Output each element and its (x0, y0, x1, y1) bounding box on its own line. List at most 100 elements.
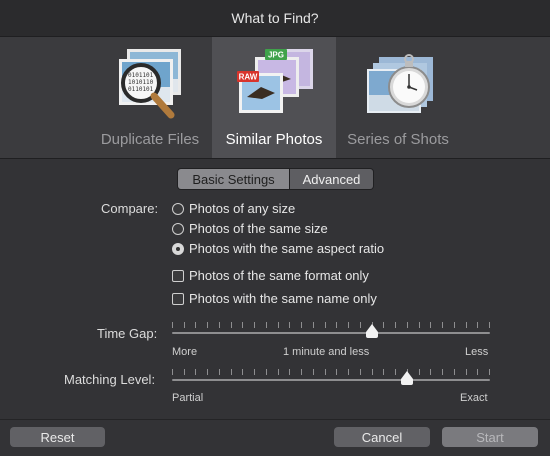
time-gap-max-label: Less (465, 346, 489, 358)
slider-tick (313, 322, 314, 328)
checkbox-same-format[interactable]: Photos of the same format only (172, 268, 369, 283)
slider-tick (395, 322, 396, 328)
slider-tick (419, 322, 420, 328)
reset-button[interactable]: Reset (10, 427, 105, 447)
svg-text:0110101: 0110101 (128, 86, 154, 93)
series-of-shots-icon (367, 54, 433, 113)
slider-tick (325, 369, 326, 375)
slider-tick (301, 322, 302, 328)
mode-similar-photos[interactable]: JPG RAW Similar Photos (212, 37, 336, 158)
slider-tick (266, 322, 267, 328)
slider-tick (477, 369, 478, 375)
slider-tick (383, 369, 384, 375)
slider-tick (172, 369, 173, 375)
slider-tick (172, 322, 173, 328)
slider-tick (195, 369, 196, 375)
slider-tick (360, 369, 361, 375)
slider-thumb[interactable] (401, 371, 413, 385)
slider-tick (442, 322, 443, 328)
slider-tick (231, 369, 232, 375)
slider-tick (372, 369, 373, 375)
mode-label: Series of Shots (347, 131, 449, 148)
slider-tick (430, 369, 431, 375)
slider-tick (231, 322, 232, 328)
window-title: What to Find? (231, 10, 319, 26)
radio-same-aspect-ratio[interactable]: Photos with the same aspect ratio (172, 241, 384, 256)
slider-tick (325, 322, 326, 328)
slider-tick (383, 322, 384, 328)
radio-any-size[interactable]: Photos of any size (172, 201, 295, 216)
slider-tick (419, 369, 420, 375)
radio-button-selected[interactable] (172, 242, 184, 255)
slider-tick (278, 322, 279, 328)
slider-tick (395, 369, 396, 375)
checkbox[interactable] (172, 292, 184, 305)
radio-button[interactable] (172, 202, 184, 215)
mode-series-of-shots[interactable]: Series of Shots (336, 37, 460, 158)
slider-tick (466, 322, 467, 328)
mode-label: Similar Photos (225, 131, 323, 148)
checkbox-same-name[interactable]: Photos with the same name only (172, 291, 377, 306)
slider-tick (489, 369, 490, 375)
slider-tick (454, 369, 455, 375)
mode-label: Duplicate Files (100, 131, 200, 148)
slider-track (172, 379, 490, 381)
radio-button[interactable] (172, 222, 184, 235)
slider-tick (289, 322, 290, 328)
slider-tick (278, 369, 279, 375)
matching-level-label: Matching Level: (64, 372, 156, 387)
slider-tick (336, 322, 337, 328)
slider-tick (407, 322, 408, 328)
radio-label: Photos of the same size (189, 221, 328, 236)
slider-tick (254, 322, 255, 328)
slider-tick (348, 369, 349, 375)
checkbox-label: Photos of the same format only (189, 268, 369, 283)
radio-same-size[interactable]: Photos of the same size (172, 221, 328, 236)
radio-label: Photos of any size (189, 201, 296, 216)
slider-tick (336, 369, 337, 375)
time-gap-slider[interactable] (172, 320, 490, 342)
radio-label: Photos with the same aspect ratio (189, 241, 385, 256)
slider-thumb[interactable] (366, 324, 378, 338)
time-gap-mid-label: 1 minute and less (283, 346, 370, 358)
slider-tick (195, 322, 196, 328)
slider-tick (219, 322, 220, 328)
slider-tick (219, 369, 220, 375)
slider-tick (184, 322, 185, 328)
settings-segmented-control: Basic Settings Advanced (177, 168, 374, 190)
raw-badge: RAW (239, 73, 258, 82)
matching-level-max-label: Exact (460, 392, 488, 404)
slider-tick (242, 322, 243, 328)
window-titlebar: What to Find? (0, 0, 550, 37)
slider-tick (301, 369, 302, 375)
time-gap-label: Time Gap: (97, 326, 158, 341)
checkbox-label: Photos with the same name only (189, 291, 377, 306)
jpg-badge: JPG (268, 51, 284, 60)
time-gap-min-label: More (172, 346, 198, 358)
mode-selector: 0101101 1010110 0110101 Duplicate Files … (0, 37, 550, 159)
slider-tick (360, 322, 361, 328)
slider-tick (430, 322, 431, 328)
checkbox[interactable] (172, 269, 184, 282)
svg-text:0101101: 0101101 (128, 72, 154, 79)
compare-label: Compare: (101, 201, 159, 216)
duplicate-files-icon: 0101101 1010110 0110101 (119, 49, 181, 119)
cancel-button[interactable]: Cancel (334, 427, 430, 447)
slider-tick (454, 322, 455, 328)
slider-tick (477, 322, 478, 328)
slider-tick (466, 369, 467, 375)
slider-tick (348, 322, 349, 328)
matching-level-slider[interactable] (172, 367, 490, 389)
matching-level-min-label: Partial (172, 392, 204, 404)
tab-advanced[interactable]: Advanced (290, 169, 373, 189)
slider-tick (207, 369, 208, 375)
similar-photos-icon: JPG RAW (237, 49, 313, 113)
tab-basic-settings[interactable]: Basic Settings (178, 169, 290, 189)
slider-tick (313, 369, 314, 375)
slider-track (172, 332, 490, 334)
footer-divider (0, 419, 550, 420)
slider-tick (242, 369, 243, 375)
mode-duplicate-files[interactable]: 0101101 1010110 0110101 Duplicate Files (88, 37, 212, 158)
slider-tick (207, 322, 208, 328)
start-button[interactable]: Start (442, 427, 538, 447)
